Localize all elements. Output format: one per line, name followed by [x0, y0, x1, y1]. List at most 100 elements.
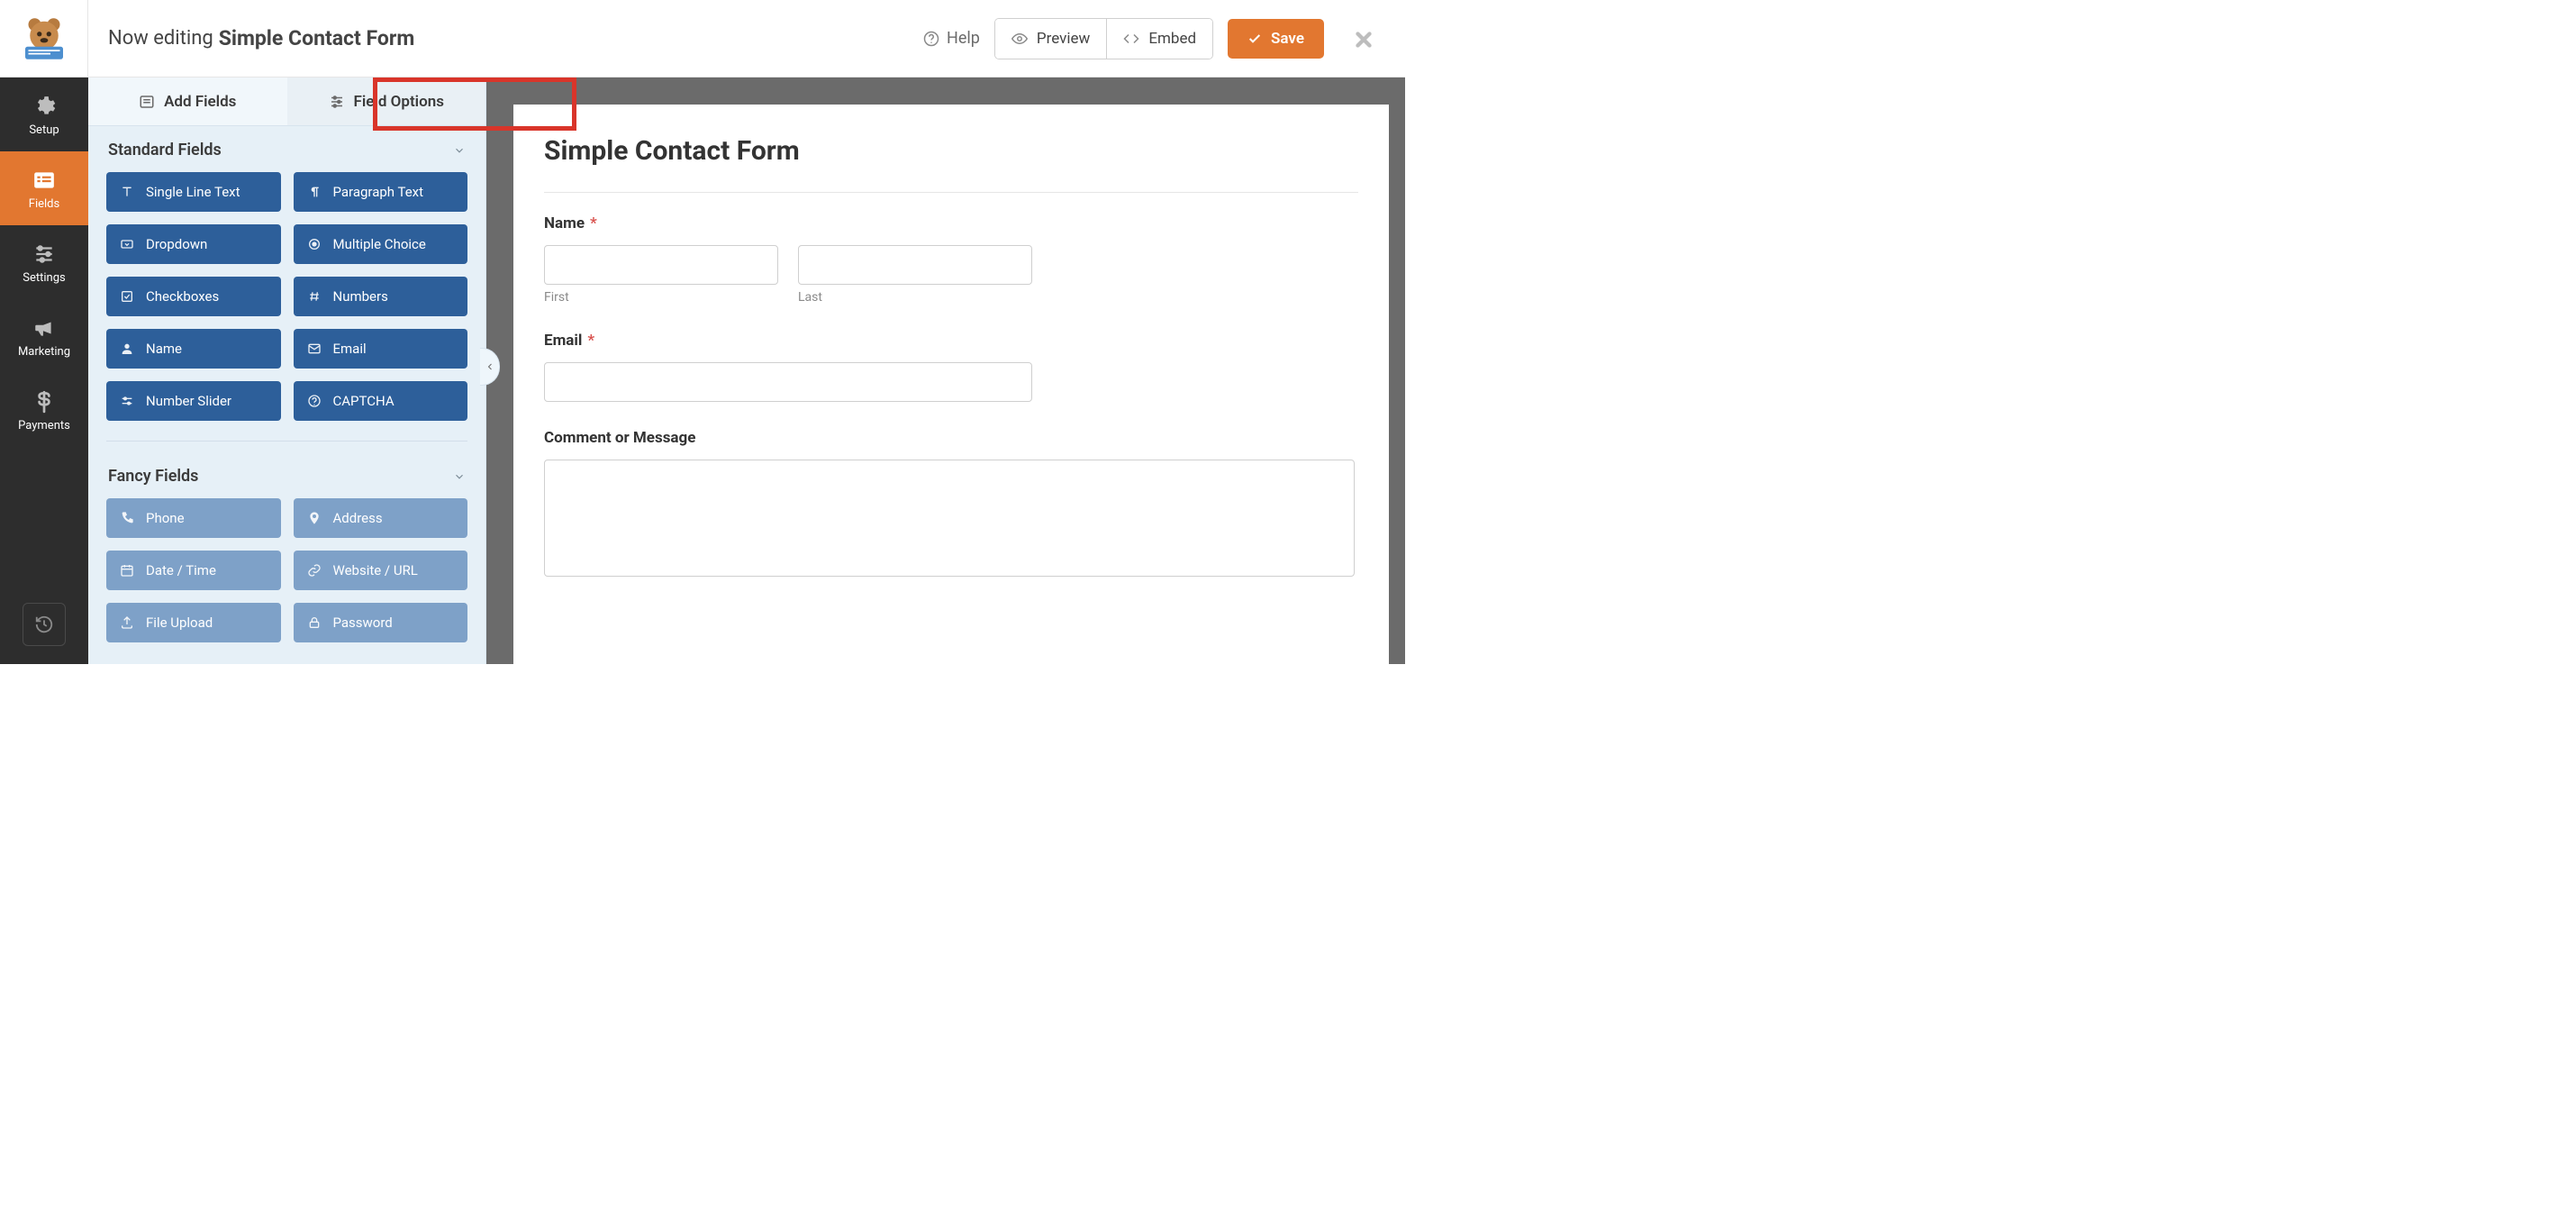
- help-icon: [923, 31, 939, 47]
- group-fancy-title: Fancy Fields: [108, 467, 198, 486]
- canvas-wrap: Simple Contact Form Name * First: [486, 77, 1405, 664]
- field-website-url[interactable]: Website / URL: [294, 551, 468, 590]
- name-label-text: Name: [544, 214, 585, 232]
- field-name[interactable]: Name: [106, 329, 281, 369]
- lock-icon: [306, 615, 322, 630]
- preview-button[interactable]: Preview: [995, 19, 1106, 59]
- email-label-text: Email: [544, 332, 582, 350]
- form-name[interactable]: Simple Contact Form: [219, 26, 415, 50]
- app-logo: [0, 0, 88, 77]
- field-date-time[interactable]: Date / Time: [106, 551, 281, 590]
- captcha-icon: [306, 394, 322, 408]
- checkbox-icon: [119, 289, 135, 304]
- first-name-input[interactable]: [544, 245, 778, 285]
- canvas-form-title[interactable]: Simple Contact Form: [544, 135, 1358, 167]
- bear-logo-icon: [19, 14, 69, 64]
- field-single-line-text[interactable]: Single Line Text: [106, 172, 281, 212]
- radio-icon: [306, 237, 322, 251]
- fancy-fields-grid: Phone Address Date / Time Website / URL: [88, 495, 485, 657]
- save-button[interactable]: Save: [1228, 19, 1324, 59]
- canvas-divider: [544, 192, 1358, 193]
- history-area: [0, 603, 88, 646]
- bullhorn-icon: [32, 314, 56, 340]
- slider-icon: [119, 394, 135, 408]
- rail-item-payments[interactable]: Payments: [0, 373, 88, 447]
- first-name-col: First: [544, 245, 778, 305]
- canvas-field-message[interactable]: Comment or Message: [544, 429, 1358, 577]
- embed-button[interactable]: Embed: [1106, 19, 1212, 59]
- field-options-icon: [329, 93, 345, 111]
- rail-item-marketing[interactable]: Marketing: [0, 299, 88, 373]
- field-password[interactable]: Password: [294, 603, 468, 642]
- panel-tabs: Add Fields Field Options: [88, 77, 485, 126]
- group-fancy-header[interactable]: Fancy Fields: [88, 452, 485, 495]
- tab-add-fields[interactable]: Add Fields: [88, 77, 287, 125]
- last-name-input[interactable]: [798, 245, 1032, 285]
- message-label-text: Comment or Message: [544, 429, 695, 447]
- chip-label: Single Line Text: [146, 184, 240, 200]
- field-paragraph-text[interactable]: Paragraph Text: [294, 172, 468, 212]
- required-asterisk: *: [590, 214, 597, 232]
- field-phone[interactable]: Phone: [106, 498, 281, 538]
- field-checkboxes[interactable]: Checkboxes: [106, 277, 281, 316]
- name-label: Name *: [544, 214, 1358, 232]
- field-numbers[interactable]: Numbers: [294, 277, 468, 316]
- required-asterisk: *: [587, 332, 594, 350]
- canvas-field-email[interactable]: Email *: [544, 332, 1358, 402]
- chip-label: Dropdown: [146, 236, 207, 252]
- chip-label: Paragraph Text: [333, 184, 424, 200]
- chip-label: File Upload: [146, 615, 213, 631]
- chip-label: Date / Time: [146, 562, 216, 578]
- field-address[interactable]: Address: [294, 498, 468, 538]
- history-button[interactable]: [23, 603, 66, 646]
- form-canvas[interactable]: Simple Contact Form Name * First: [513, 105, 1389, 664]
- paragraph-icon: [306, 185, 322, 199]
- field-multiple-choice[interactable]: Multiple Choice: [294, 224, 468, 264]
- field-dropdown[interactable]: Dropdown: [106, 224, 281, 264]
- field-captcha[interactable]: CAPTCHA: [294, 381, 468, 421]
- group-standard-title: Standard Fields: [108, 141, 222, 159]
- group-standard-header[interactable]: Standard Fields: [88, 126, 485, 168]
- top-actions: Help Preview Embed Save: [923, 18, 1405, 59]
- rail-label-setup: Setup: [29, 123, 59, 137]
- standard-fields-grid: Single Line Text Paragraph Text Dropdown…: [88, 168, 485, 435]
- chip-label: Phone: [146, 510, 185, 526]
- close-button[interactable]: [1346, 23, 1382, 54]
- email-input[interactable]: [544, 362, 1032, 402]
- save-label: Save: [1271, 30, 1304, 48]
- field-email[interactable]: Email: [294, 329, 468, 369]
- message-textarea[interactable]: [544, 460, 1355, 577]
- name-row: First Last: [544, 245, 1358, 305]
- divider: [106, 441, 467, 442]
- eye-icon: [1011, 31, 1028, 47]
- editing-title: Now editing Simple Contact Form: [88, 26, 923, 50]
- code-icon: [1123, 31, 1139, 47]
- check-icon: [1247, 32, 1262, 46]
- phone-icon: [119, 511, 135, 525]
- first-sublabel: First: [544, 290, 778, 305]
- gear-icon: [32, 92, 56, 118]
- hash-icon: [306, 289, 322, 304]
- canvas-field-name[interactable]: Name * First Last: [544, 214, 1358, 305]
- preview-embed-group: Preview Embed: [994, 18, 1213, 59]
- chip-label: Address: [333, 510, 383, 526]
- panel-body: Standard Fields Single Line Text Paragra…: [88, 126, 485, 664]
- rail-label-settings: Settings: [23, 271, 65, 285]
- rail-item-fields[interactable]: Fields: [0, 151, 88, 225]
- help-button[interactable]: Help: [923, 29, 980, 48]
- chevron-left-icon: [485, 361, 495, 372]
- history-icon: [34, 615, 54, 634]
- dollar-icon: [32, 387, 56, 414]
- field-file-upload[interactable]: File Upload: [106, 603, 281, 642]
- main-row: Setup Fields Settings Marketing: [0, 77, 1405, 664]
- field-number-slider[interactable]: Number Slider: [106, 381, 281, 421]
- select-icon: [119, 237, 135, 251]
- tab-add-fields-label: Add Fields: [164, 93, 236, 111]
- calendar-icon: [119, 563, 135, 578]
- rail-label-payments: Payments: [18, 419, 70, 432]
- tab-field-options[interactable]: Field Options: [287, 77, 486, 125]
- chevron-down-icon: [453, 143, 466, 158]
- rail-item-settings[interactable]: Settings: [0, 225, 88, 299]
- upload-icon: [119, 615, 135, 630]
- rail-item-setup[interactable]: Setup: [0, 77, 88, 151]
